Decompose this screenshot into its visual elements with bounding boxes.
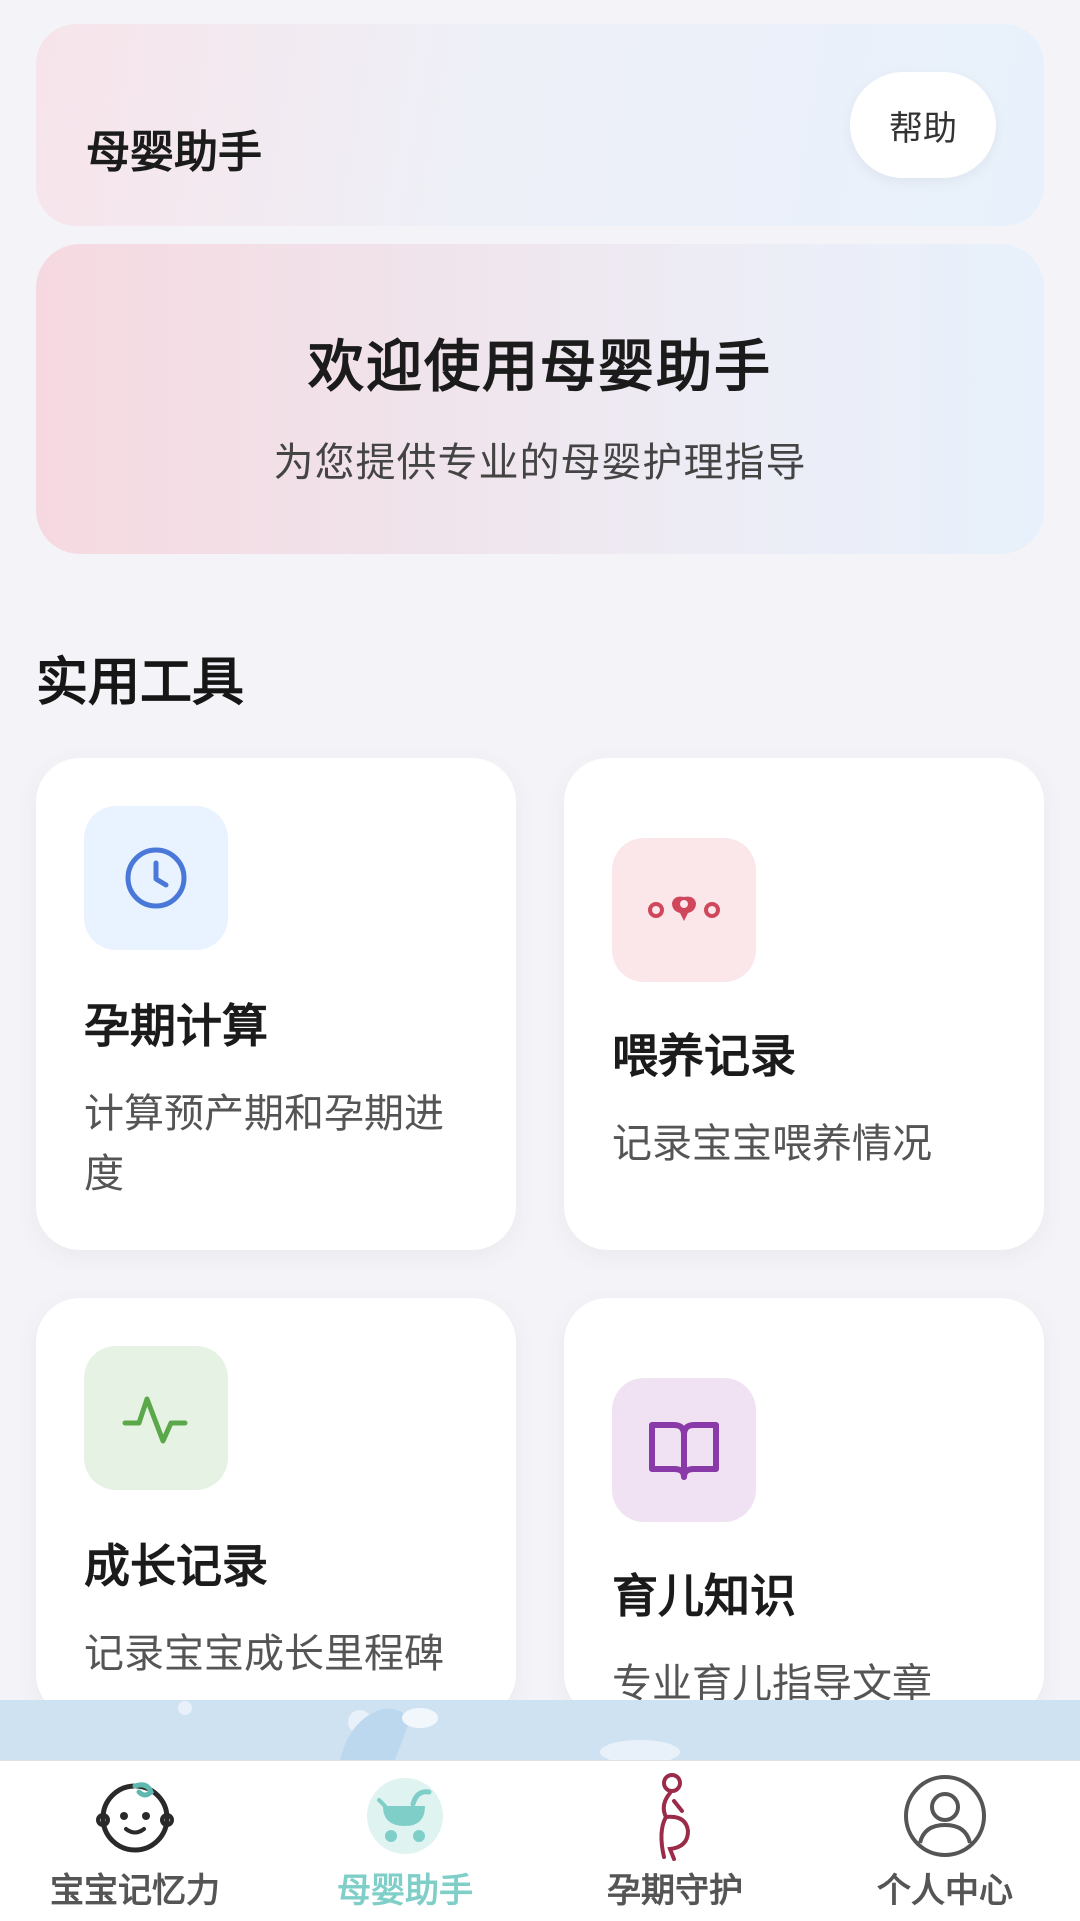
card-title: 孕期计算 bbox=[84, 999, 268, 1053]
tab-label: 母婴助手 bbox=[337, 1871, 473, 1911]
welcome-subtitle: 为您提供专业的母婴护理指导 bbox=[273, 440, 807, 486]
clock-icon bbox=[84, 806, 228, 950]
pregnant-icon bbox=[630, 1771, 720, 1861]
help-button[interactable]: 帮助 bbox=[850, 72, 996, 178]
card-title: 育儿知识 bbox=[612, 1569, 796, 1623]
welcome-title: 欢迎使用母婴助手 bbox=[308, 335, 772, 400]
tool-card-pregnancy-calc[interactable]: 孕期计算 计算预产期和孕期进度 bbox=[36, 758, 516, 1250]
tab-baby-memory[interactable]: 宝宝记忆力 bbox=[0, 1761, 270, 1921]
book-icon bbox=[612, 1378, 756, 1522]
activity-icon bbox=[84, 1346, 228, 1490]
tab-label: 孕期守护 bbox=[607, 1871, 743, 1911]
tool-card-parenting-knowledge[interactable]: 育儿知识 专业育儿指导文章 bbox=[564, 1298, 1044, 1718]
card-description: 计算预产期和孕期进度 bbox=[84, 1091, 444, 1197]
user-icon bbox=[900, 1771, 990, 1861]
tool-card-feeding-record[interactable]: 喂养记录 记录宝宝喂养情况 bbox=[564, 758, 1044, 1250]
section-title: 实用工具 bbox=[36, 653, 245, 713]
feeding-icon bbox=[612, 838, 756, 982]
app-title: 母婴助手 bbox=[86, 127, 262, 178]
card-description: 记录宝宝喂养情况 bbox=[612, 1121, 932, 1167]
tab-label: 个人中心 bbox=[877, 1871, 1013, 1911]
card-title: 成长记录 bbox=[84, 1539, 268, 1593]
tab-personal-center[interactable]: 个人中心 bbox=[810, 1761, 1080, 1921]
app-header: 母婴助手 帮助 bbox=[36, 24, 1044, 226]
welcome-banner: 欢迎使用母婴助手 为您提供专业的母婴护理指导 bbox=[36, 244, 1044, 554]
card-title: 喂养记录 bbox=[612, 1029, 796, 1083]
bottom-tab-bar: 宝宝记忆力 母婴助手 孕期守护 个人中心 bbox=[0, 1760, 1080, 1921]
tab-label: 宝宝记忆力 bbox=[50, 1871, 220, 1911]
tool-card-growth-record[interactable]: 成长记录 记录宝宝成长里程碑 bbox=[36, 1298, 516, 1718]
stroller-icon bbox=[360, 1771, 450, 1861]
decorative-illustration-strip bbox=[0, 1700, 1080, 1760]
baby-face-icon bbox=[90, 1771, 180, 1861]
card-description: 记录宝宝成长里程碑 bbox=[84, 1631, 444, 1677]
tab-pregnancy-care[interactable]: 孕期守护 bbox=[540, 1761, 810, 1921]
tab-mother-baby-assistant[interactable]: 母婴助手 bbox=[270, 1761, 540, 1921]
